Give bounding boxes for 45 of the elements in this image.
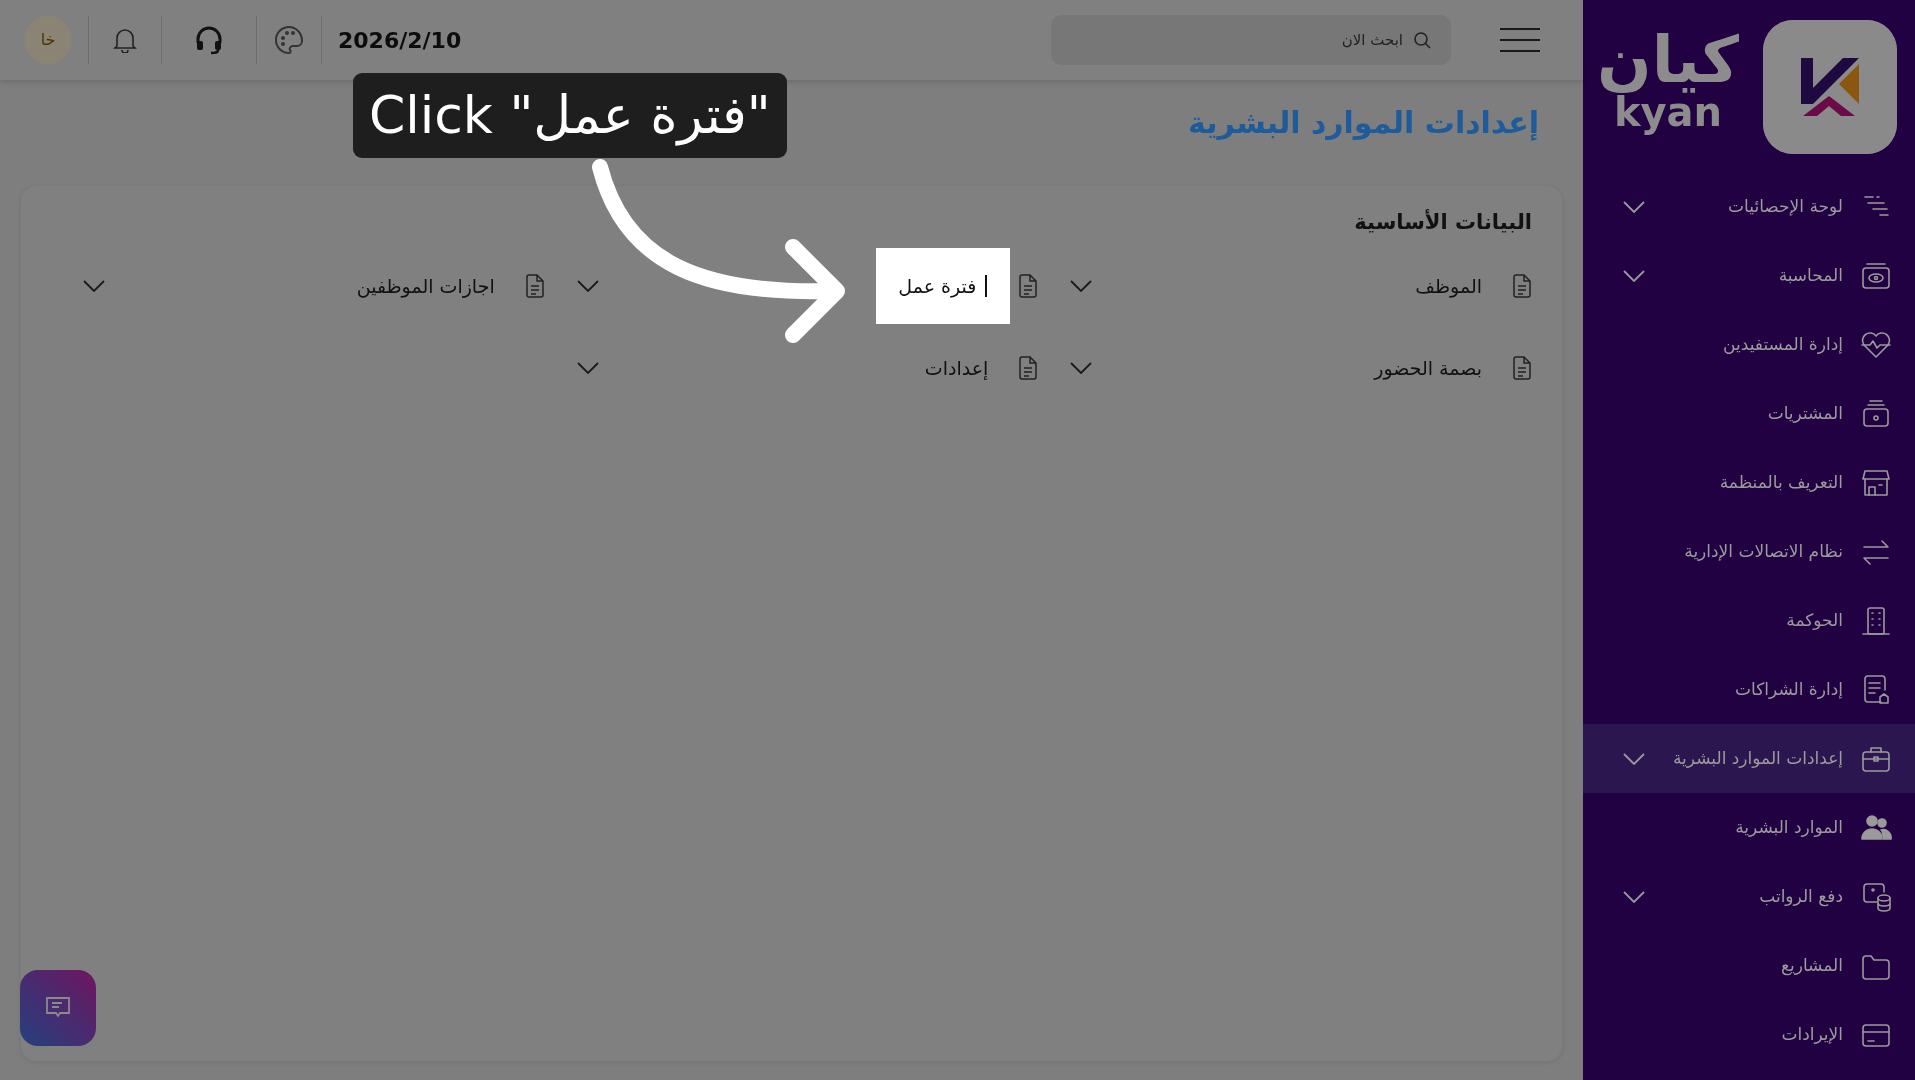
menu-link[interactable]: الموظف xyxy=(1393,247,1504,325)
date-text: 2026/2/10 xyxy=(338,26,462,55)
sidebar-item[interactable]: نظام الاتصالات الإدارية xyxy=(1583,517,1915,586)
sidebar-item[interactable]: إعدادات الموارد البشرية xyxy=(1583,724,1915,793)
sidebar-item[interactable]: الحوكمة xyxy=(1583,586,1915,655)
document-icon xyxy=(1512,356,1532,381)
chevron-down-icon xyxy=(576,362,599,375)
chevron-down-icon xyxy=(1070,362,1093,375)
chevron-down-icon xyxy=(83,280,106,293)
headset-icon[interactable] xyxy=(194,25,224,55)
section-title: البيانات الأساسية xyxy=(1353,210,1532,236)
menu-icon[interactable] xyxy=(1499,27,1541,53)
sidebar-item[interactable]: لوحة الإحصائيات xyxy=(1583,172,1915,241)
document-icon xyxy=(1512,274,1532,299)
menu-link[interactable]: فترة عمل xyxy=(876,247,1011,325)
chevron-down-icon xyxy=(1623,200,1645,213)
sidebar-item[interactable]: المشتريات xyxy=(1583,379,1915,448)
sidebar-item[interactable]: المشاريع xyxy=(1583,931,1915,1000)
search-field[interactable]: ابحث الان xyxy=(1051,15,1451,65)
document-icon xyxy=(1018,356,1039,381)
bell-icon[interactable] xyxy=(113,27,137,53)
sidebar-item[interactable]: المحاسبة xyxy=(1583,241,1915,310)
sidebar-item[interactable]: التعريف بالمنظمة xyxy=(1583,448,1915,517)
chevron-down-icon xyxy=(1623,890,1645,903)
document-icon xyxy=(524,274,545,299)
menu-link[interactable]: إعدادات xyxy=(902,329,1011,407)
sidebar-item[interactable]: دفع الرواتب xyxy=(1583,862,1915,931)
menu-link[interactable]: بصمة الحضور xyxy=(1352,329,1504,407)
menu-link[interactable]: اجازات الموظفين xyxy=(334,247,517,325)
logo-text: كيان xyxy=(1597,28,1739,92)
chevron-down-icon xyxy=(1070,280,1093,293)
chat-button[interactable] xyxy=(20,970,96,1046)
sidebar-item[interactable]: إدارة الشراكات xyxy=(1583,655,1915,724)
search-icon xyxy=(1413,31,1431,49)
sidebar-item[interactable]: الإيرادات xyxy=(1583,1000,1915,1069)
instruction-callout: Click "فترة عمل" xyxy=(353,73,787,158)
document-icon xyxy=(1018,274,1039,299)
chevron-down-icon xyxy=(576,280,599,293)
chevron-down-icon xyxy=(1623,752,1645,765)
sidebar-item[interactable]: الموارد البشرية xyxy=(1583,793,1915,862)
chevron-down-icon xyxy=(1623,269,1645,282)
sidebar-item[interactable]: إدارة المستفيدين xyxy=(1583,310,1915,379)
palette-icon[interactable] xyxy=(273,24,305,56)
logo-icon xyxy=(1763,20,1897,154)
text-cursor-icon xyxy=(984,275,989,298)
